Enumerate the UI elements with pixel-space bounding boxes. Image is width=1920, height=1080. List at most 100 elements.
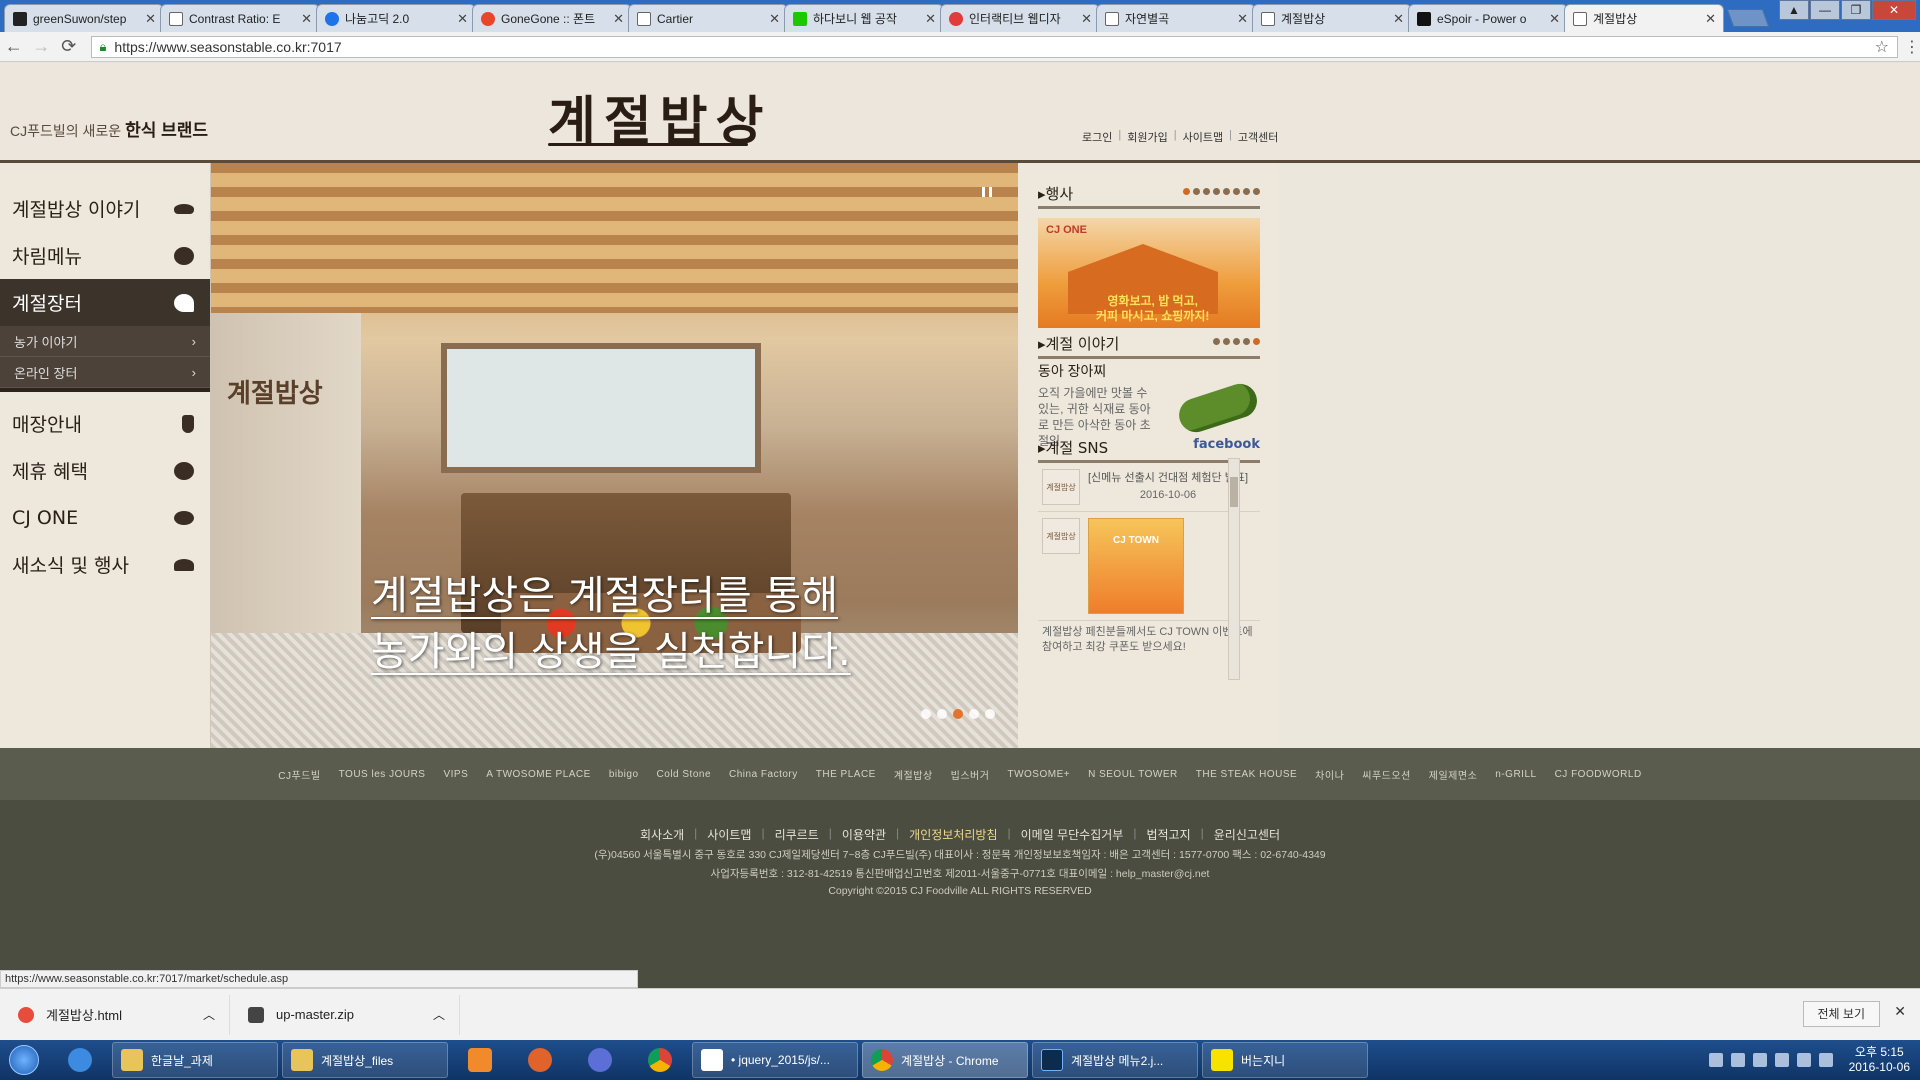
pager-dot[interactable] [1193,188,1200,195]
brand-logo[interactable]: CJ FOODWORLD [1555,769,1642,780]
chrome-menu-icon[interactable]: ⋮ [1904,37,1920,57]
pager-dot[interactable] [1183,188,1190,195]
pager-dot[interactable] [1243,188,1250,195]
forward-arrow-icon[interactable]: → [28,36,56,57]
pager-dot[interactable] [1253,188,1260,195]
brand-logo[interactable]: 차이나 [1315,767,1344,782]
tab-cartier[interactable]: Cartier ✕ [628,4,788,32]
taskbar-task-folder[interactable]: 한글날_과제 [112,1042,278,1078]
user-icon[interactable]: ▲ [1779,0,1809,20]
brand-logo[interactable]: 제일제면소 [1429,767,1478,782]
brand-logo[interactable]: VIPS [443,769,468,780]
help-icon[interactable] [1752,1053,1767,1067]
brand-logo[interactable]: 씨푸드오션 [1362,767,1411,782]
sitemap-link[interactable]: 사이트맵 [1183,129,1223,145]
url-field[interactable]: 🔒︎ https://www.seasonstable.co.kr:7017 ☆ [90,35,1898,58]
taskbar-task-editor[interactable]: • jquery_2015/js/... [692,1042,858,1078]
taskbar-task-kakaotalk[interactable]: 버는지니 [1202,1042,1368,1078]
brand-logo[interactable]: N SEOUL TOWER [1088,769,1178,780]
slide-dot-active[interactable] [953,709,963,719]
tab-contrast-ratio[interactable]: Contrast Ratio: E ✕ [160,4,320,32]
tab-close-icon[interactable]: ✕ [145,11,156,27]
pager-dot[interactable] [1233,338,1240,345]
pager-dot[interactable] [1213,188,1220,195]
chevron-up-icon[interactable]: ︿ [433,1006,445,1023]
tab-hadaboni[interactable]: 하다보니 웹 공작 ✕ [784,4,944,32]
nav-item-news[interactable]: 새소식 및 행사 [0,541,210,588]
event-banner[interactable]: CJ ONE 영화보고, 밥 먹고, 커피 마시고, 쇼핑까지! [1038,218,1260,328]
brand-logo[interactable]: Cold Stone [657,769,711,780]
volume-icon[interactable] [1818,1053,1833,1067]
scrollbar-thumb[interactable] [1230,477,1238,507]
nav-item-cjone[interactable]: CJ ONE [0,494,210,541]
tab-espoir[interactable]: eSpoir - Power o ✕ [1408,4,1568,32]
pager-dot[interactable] [1213,338,1220,345]
tab-github[interactable]: greenSuwon/step ✕ [4,4,164,32]
pager-dot[interactable] [1223,338,1230,345]
slide-dot[interactable] [969,709,979,719]
minimize-button[interactable]: — [1810,0,1840,20]
tab-jayeon[interactable]: 자연별곡 ✕ [1096,4,1256,32]
network-icon[interactable] [1796,1053,1811,1067]
sns-post[interactable]: 계절밥상 CJ TOWN [1038,512,1260,621]
brand-logo[interactable]: A TWOSOME PLACE [486,769,591,780]
brand-logo[interactable]: CJ푸드빌 [278,767,320,782]
bookmark-star-icon[interactable]: ☆ [1875,37,1889,57]
firefox-icon[interactable] [512,1042,568,1078]
app-s-icon[interactable] [572,1042,628,1078]
ie-icon[interactable] [52,1042,108,1078]
pause-icon[interactable] [982,187,992,197]
sns-post[interactable]: 계절밥상 [신메뉴 선출시 건대점 체험단 발표] 2016-10-06 [1038,463,1260,512]
brand-logo[interactable]: bibigo [609,769,639,780]
join-link[interactable]: 회원가입 [1127,129,1167,145]
nav-item-stores[interactable]: 매장안내 [0,400,210,447]
show-all-downloads-button[interactable]: 전체 보기 [1802,1001,1880,1027]
brand-logo[interactable]: 빕스버거 [951,767,990,782]
hanja-icon[interactable] [1730,1053,1745,1067]
tab-close-icon[interactable]: ✕ [301,11,312,27]
tab-close-icon[interactable]: ✕ [1549,11,1560,27]
tab-close-icon[interactable]: ✕ [1393,11,1404,27]
maximize-button[interactable]: ❐ [1841,0,1871,20]
brand-logo[interactable]: n-GRILL [1495,769,1536,780]
footer-link[interactable]: 리쿠르트 [775,826,819,843]
chevron-up-icon[interactable]: ︿ [203,1006,215,1023]
slide-dot[interactable] [937,709,947,719]
reload-icon[interactable]: ⟳ [55,36,83,57]
footer-link[interactable]: 윤리신고센터 [1214,826,1280,843]
tab-close-icon[interactable]: ✕ [769,11,780,27]
brand-logo[interactable]: China Factory [729,769,798,780]
flag-icon[interactable] [1774,1053,1789,1067]
sns-scrollbar[interactable] [1228,458,1240,680]
hero-slider[interactable]: 계절밥상 계절밥상은 계절장터를 통해 농가와의 상생을 실천합니다. [211,163,1018,748]
close-icon[interactable]: ✕ [1894,1003,1906,1020]
nav-item-benefits[interactable]: 제휴 혜택 [0,447,210,494]
nav-sub-farm-story[interactable]: 농가 이야기 › [0,326,210,357]
brand-logo[interactable]: TWOSOME+ [1007,769,1070,780]
chrome-icon[interactable] [632,1042,688,1078]
tab-close-icon[interactable]: ✕ [925,11,936,27]
pager-dot[interactable] [1223,188,1230,195]
tab-interactive-web[interactable]: 인터랙티브 웹디자 ✕ [940,4,1100,32]
close-window-button[interactable]: ✕ [1872,0,1916,20]
brand-logo[interactable]: THE STEAK HOUSE [1196,769,1297,780]
tab-close-icon[interactable]: ✕ [1237,11,1248,27]
tab-close-icon[interactable]: ✕ [457,11,468,27]
nav-item-menu[interactable]: 차림메뉴 [0,232,210,279]
tab-close-icon[interactable]: ✕ [613,11,624,27]
pager-dot[interactable] [1233,188,1240,195]
media-player-icon[interactable] [452,1042,508,1078]
login-link[interactable]: 로그인 [1082,129,1112,145]
tab-seasonstable-active[interactable]: 계절밥상 ✕ [1564,4,1724,32]
footer-link[interactable]: 이용약관 [842,826,886,843]
slide-dot[interactable] [921,709,931,719]
slide-dot[interactable] [985,709,995,719]
brand-logo[interactable]: THE PLACE [816,769,876,780]
tab-close-icon[interactable]: ✕ [1081,11,1092,27]
story-item-title[interactable]: 동아 장아찌 [1038,361,1106,381]
tab-nanum-gothic[interactable]: 나눔고딕 2.0 ✕ [316,4,476,32]
brand-logo[interactable]: TOUS les JOURS [339,769,426,780]
back-arrow-icon[interactable]: ← [0,36,28,57]
footer-link[interactable]: 회사소개 [640,826,684,843]
taskbar-task-folder[interactable]: 계절밥상_files [282,1042,448,1078]
